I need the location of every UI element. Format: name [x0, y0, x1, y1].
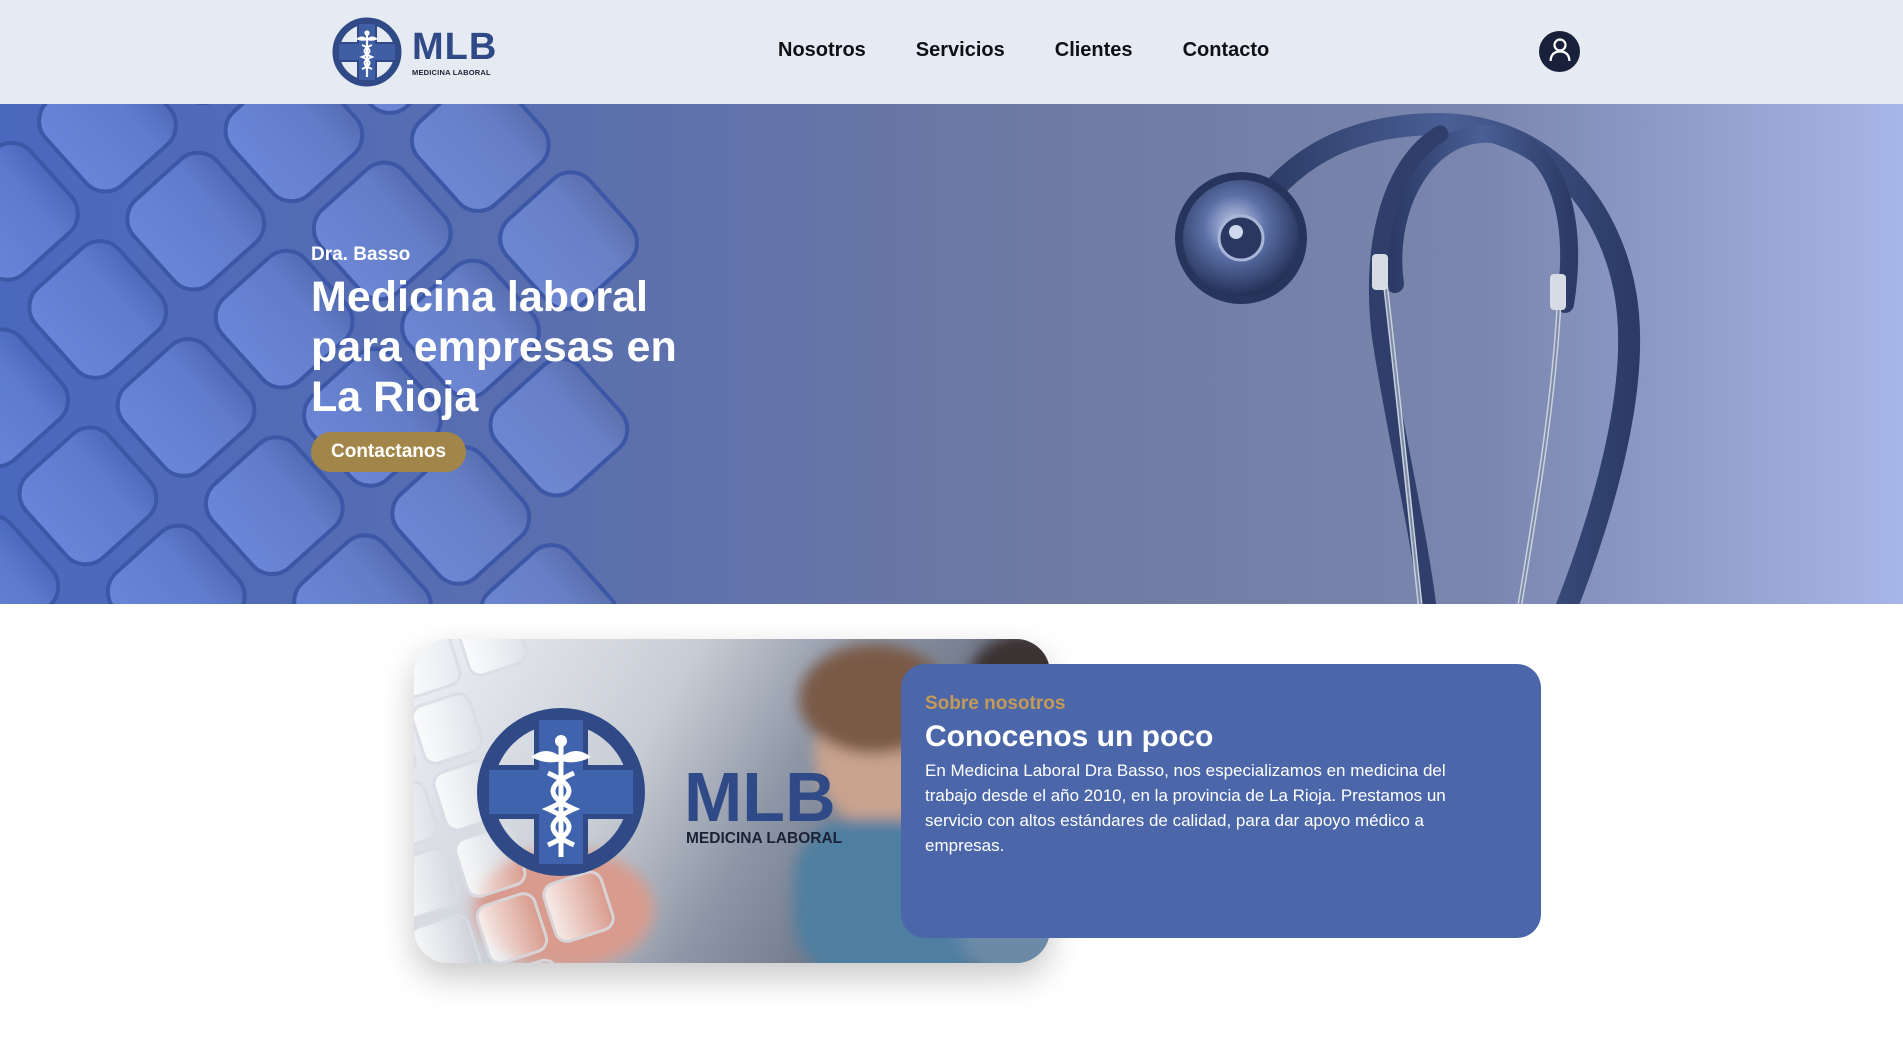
- nav-link-clientes[interactable]: Clientes: [1055, 36, 1133, 64]
- hero-background-image: [0, 104, 1641, 604]
- nav-link-servicios[interactable]: Servicios: [916, 36, 1005, 64]
- about-card: Sobre nosotros Conocenos un poco En Medi…: [901, 664, 1541, 938]
- main-nav: Nosotros Servicios Clientes Contacto: [778, 36, 1269, 64]
- hero-banner: Dra. Basso Medicina laboral para empresa…: [0, 104, 1903, 604]
- caduceus-cross-logo-icon: [332, 17, 402, 87]
- nav-link-contacto[interactable]: Contacto: [1183, 36, 1270, 64]
- brand-logo-link[interactable]: MLB MEDICINA LABORAL: [332, 16, 497, 88]
- brand-title: MLB: [412, 25, 498, 68]
- site-header: MLB MEDICINA LABORAL Nosotros Servicios …: [0, 0, 1903, 104]
- nav-link-nosotros[interactable]: Nosotros: [778, 36, 866, 64]
- brand-subtitle: MEDICINA LABORAL: [412, 67, 491, 77]
- hero-copy: Dra. Basso Medicina laboral para empresa…: [311, 244, 711, 472]
- stethoscope-icon: [1175, 112, 1641, 604]
- image-logo-title: MLB: [684, 758, 836, 836]
- user-icon: [1548, 37, 1572, 66]
- caduceus-cross-logo-large-icon: [477, 708, 645, 876]
- account-button[interactable]: [1539, 31, 1580, 72]
- contact-cta-button[interactable]: Contactanos: [311, 432, 467, 472]
- about-kicker: Sobre nosotros: [925, 693, 1066, 714]
- hero-kicker: Dra. Basso: [311, 244, 411, 265]
- about-body: En Medicina Laboral Dra Basso, nos espec…: [925, 761, 1446, 855]
- hero-title: Medicina laboral para empresas en La Rio…: [311, 273, 677, 421]
- about-title: Conocenos un poco: [925, 720, 1214, 753]
- image-logo-subtitle: MEDICINA LABORAL: [686, 830, 842, 847]
